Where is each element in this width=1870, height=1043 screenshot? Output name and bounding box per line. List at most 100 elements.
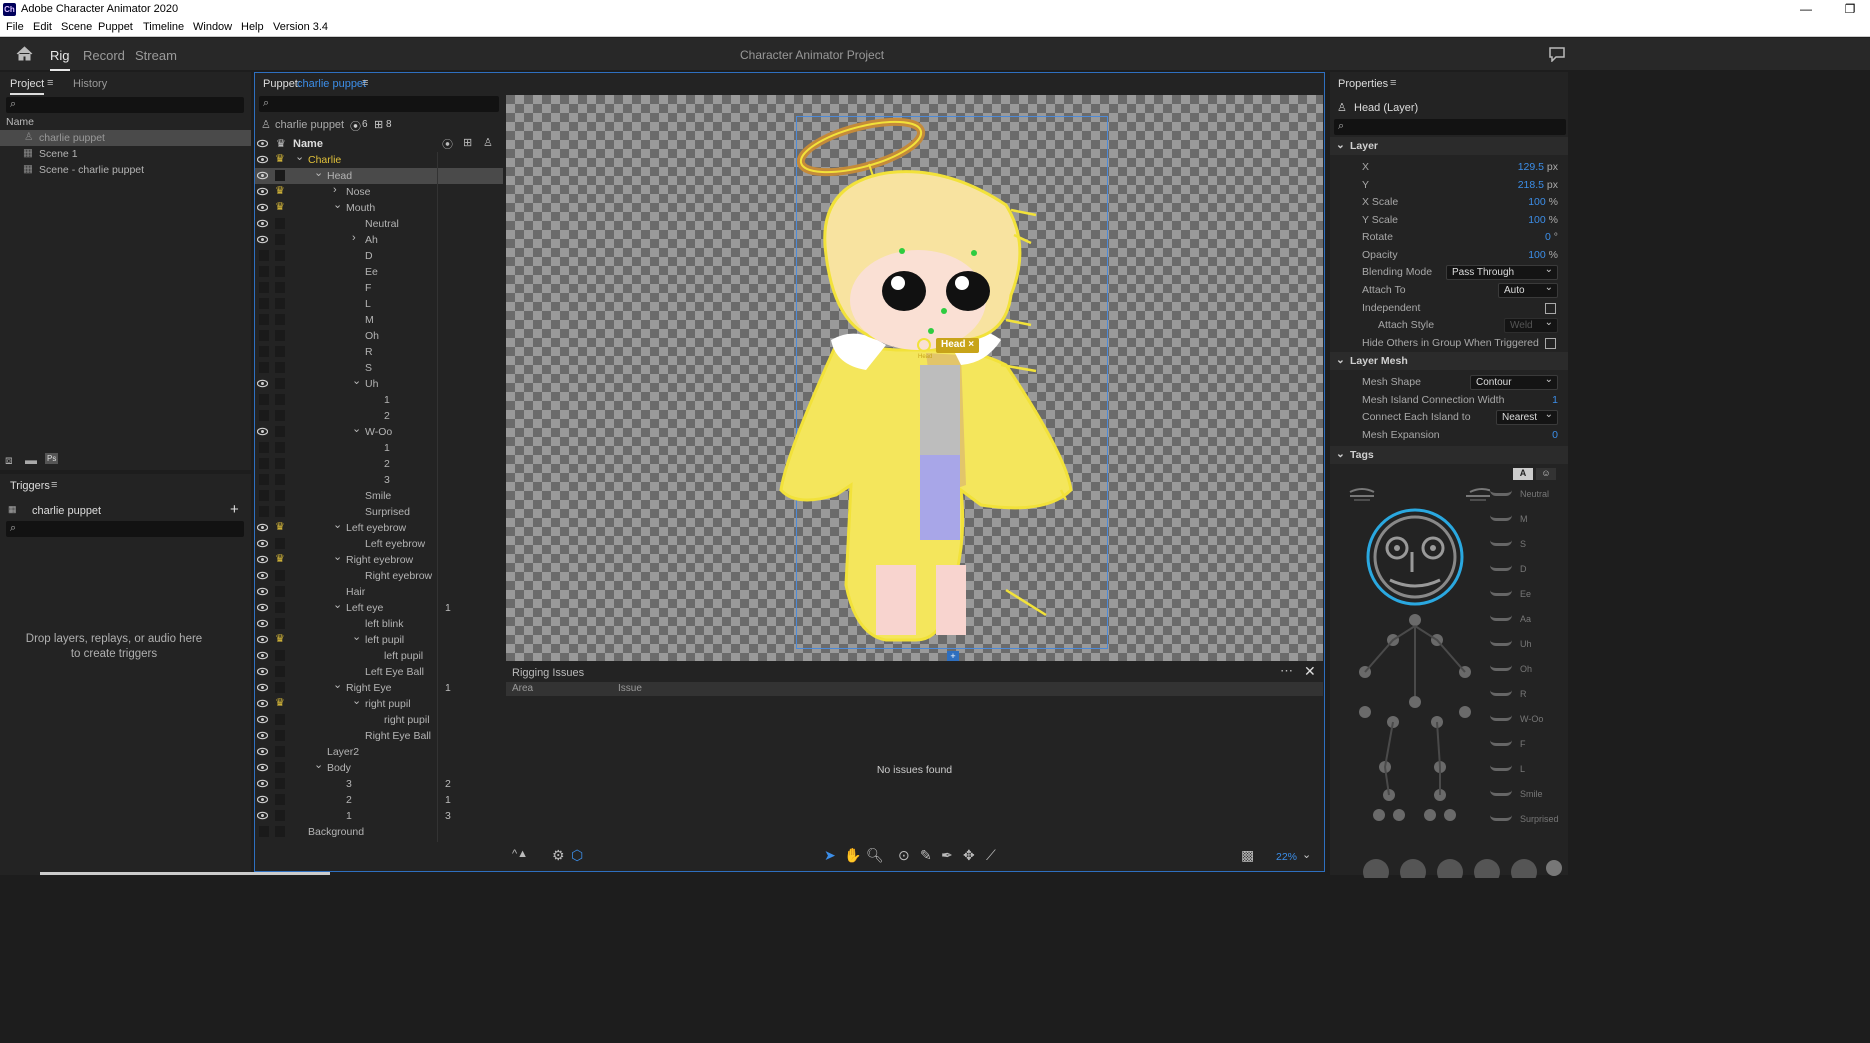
eye-icon[interactable] <box>257 699 268 708</box>
eye-icon[interactable] <box>257 635 268 644</box>
transparency-grid-icon[interactable]: ▩ <box>1241 847 1254 864</box>
crown-icon[interactable]: ♛ <box>275 520 285 533</box>
visibility-toggle[interactable] <box>259 474 269 485</box>
chevron-down-icon[interactable]: ⌄ <box>333 598 342 611</box>
eye-icon[interactable] <box>257 747 268 756</box>
layer-row[interactable]: ♛ ⌄ right pupil <box>255 695 503 712</box>
layer-row[interactable]: F <box>255 280 503 296</box>
visibility-toggle[interactable] <box>259 330 269 341</box>
project-item[interactable]: ♙ charlie puppet <box>0 130 251 146</box>
eye-icon[interactable] <box>257 619 268 628</box>
visibility-toggle[interactable] <box>259 410 269 421</box>
eye-icon[interactable] <box>257 587 268 596</box>
visibility-toggle[interactable] <box>259 314 269 325</box>
independent-toggle[interactable] <box>275 826 285 837</box>
chevron-down-icon[interactable]: ⌄ <box>333 198 342 211</box>
chevron-down-icon[interactable]: ⌄ <box>1302 848 1311 861</box>
independent-toggle[interactable] <box>275 426 285 437</box>
tags-text-view-button[interactable]: A <box>1513 468 1533 480</box>
attach-to-dropdown[interactable]: Auto <box>1498 281 1558 298</box>
eye-icon[interactable] <box>257 795 268 804</box>
tab-record[interactable]: Record <box>83 48 125 63</box>
crown-icon[interactable]: ♛ <box>275 552 285 565</box>
independent-toggle[interactable] <box>275 506 285 517</box>
layer-row[interactable]: ♛ ⌄ Left eyebrow <box>255 518 503 536</box>
stage-canvas[interactable]: Head × Head + <box>506 95 1323 661</box>
visibility-toggle[interactable] <box>259 394 269 405</box>
menu-file[interactable]: File <box>6 21 24 33</box>
visibility-toggle[interactable] <box>259 346 269 357</box>
eye-icon[interactable] <box>257 427 268 436</box>
chevron-down-icon[interactable]: ⌄ <box>352 630 361 643</box>
eye-icon[interactable] <box>257 667 268 676</box>
chevron-down-icon[interactable]: ⌄ <box>295 150 304 163</box>
mesh-connection-value[interactable]: 1 <box>1552 394 1558 406</box>
eye-icon[interactable] <box>257 811 268 820</box>
properties-menu-icon[interactable]: ≡ <box>1390 77 1396 89</box>
layer-row[interactable]: Hair <box>255 584 503 600</box>
independent-toggle[interactable] <box>275 746 285 757</box>
stick-tool-icon[interactable]: ✒ <box>941 847 953 864</box>
handle-tool-icon[interactable]: ⟋ <box>986 847 996 864</box>
eye-icon[interactable] <box>257 779 268 788</box>
independent-checkbox[interactable] <box>1545 303 1556 314</box>
mouth-tag[interactable]: W-Oo <box>1488 711 1568 731</box>
independent-toggle[interactable] <box>275 266 285 277</box>
layer-row[interactable]: Left eyebrow <box>255 536 503 552</box>
project-item[interactable]: ▦ Scene 1 <box>0 146 251 162</box>
scroll-indicator[interactable] <box>40 872 330 875</box>
independent-toggle[interactable] <box>275 490 285 501</box>
independent-toggle[interactable] <box>275 778 285 789</box>
restore-icon[interactable]: ❐ <box>1834 0 1866 20</box>
project-menu-icon[interactable]: ≡ <box>47 77 53 89</box>
eye-icon[interactable] <box>257 379 268 388</box>
layer-row[interactable]: › Ah <box>255 232 503 248</box>
dragger-tool-icon[interactable]: ✥ <box>963 847 975 864</box>
independent-toggle[interactable] <box>275 714 285 725</box>
layer-row[interactable]: Neutral <box>255 216 503 232</box>
layer-row[interactable]: L <box>255 296 503 312</box>
crown-icon[interactable]: ♛ <box>275 184 285 197</box>
prop-x-value[interactable]: 129.5 px <box>1518 161 1558 173</box>
menu-window[interactable]: Window <box>193 21 232 33</box>
independent-toggle[interactable] <box>275 730 285 741</box>
visibility-toggle[interactable] <box>259 266 269 277</box>
project-item[interactable]: ▦ Scene - charlie puppet <box>0 162 251 178</box>
independent-toggle[interactable] <box>275 650 285 661</box>
layer-row[interactable]: right pupil <box>255 712 503 728</box>
visibility-toggle[interactable] <box>259 442 269 453</box>
independent-toggle[interactable] <box>275 362 285 373</box>
independent-toggle[interactable] <box>275 810 285 821</box>
independent-toggle[interactable] <box>275 282 285 293</box>
chevron-down-icon[interactable]: ⌄ <box>333 518 342 531</box>
layer-row[interactable]: S <box>255 360 503 376</box>
mouth-tag[interactable]: R <box>1488 686 1568 706</box>
visibility-toggle[interactable] <box>259 362 269 373</box>
zoom-level[interactable]: 22% <box>1276 851 1297 863</box>
zoom-tool-icon[interactable]: 🔍︎ <box>866 847 884 864</box>
layer-row[interactable]: Ee <box>255 264 503 280</box>
mouth-tag[interactable]: Aa <box>1488 611 1568 631</box>
layer-row[interactable]: D <box>255 248 503 264</box>
independent-toggle[interactable] <box>275 394 285 405</box>
menu-scene[interactable]: Scene <box>61 21 92 33</box>
mouth-tag[interactable]: L <box>1488 761 1568 781</box>
mouth-tag[interactable]: M <box>1488 511 1568 531</box>
mouth-tag[interactable]: Uh <box>1488 636 1568 656</box>
crown-icon[interactable]: ♛ <box>275 632 285 645</box>
eye-icon[interactable] <box>257 235 268 244</box>
independent-toggle[interactable] <box>275 538 285 549</box>
independent-toggle[interactable] <box>275 762 285 773</box>
independent-toggle[interactable] <box>275 586 285 597</box>
triggers-menu-icon[interactable]: ≡ <box>51 479 57 491</box>
chevron-right-icon[interactable]: › <box>352 232 356 244</box>
independent-toggle[interactable] <box>275 794 285 805</box>
layer-row[interactable]: Surprised <box>255 504 503 520</box>
independent-toggle[interactable] <box>275 346 285 357</box>
layer-row[interactable]: ⌄ Head <box>255 167 503 184</box>
layer-row[interactable]: ♛ ⌄ left pupil <box>255 630 503 648</box>
eye-icon[interactable] <box>257 523 268 532</box>
minimize-icon[interactable]: — <box>1790 0 1822 20</box>
eye-icon[interactable] <box>257 155 268 164</box>
prop-opacity-value[interactable]: 100 % <box>1528 249 1558 261</box>
